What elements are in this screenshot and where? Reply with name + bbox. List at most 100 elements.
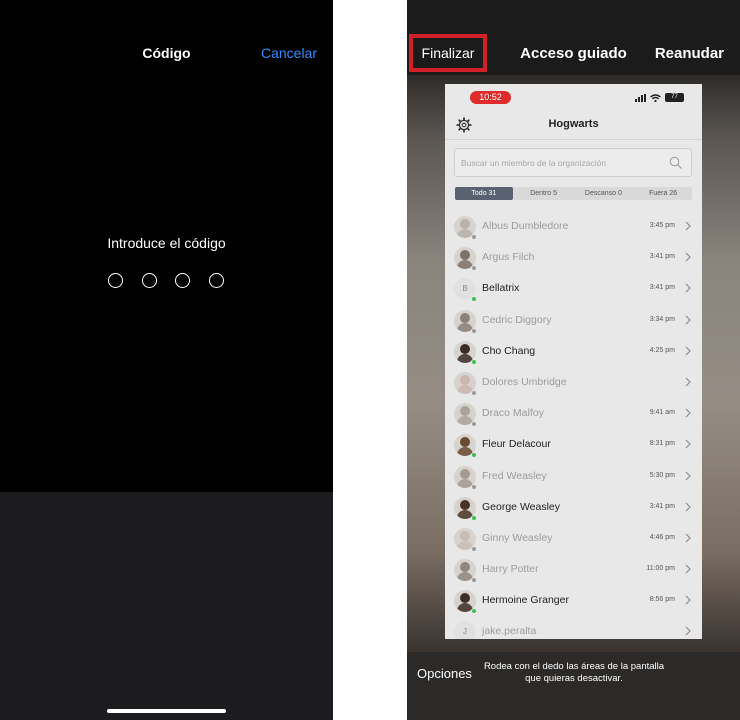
presence-indicator [471, 452, 477, 459]
member-row[interactable]: Jjake.peralta [445, 616, 702, 639]
segment-tab[interactable]: Fuera 26 [634, 187, 692, 200]
chevron-right-icon [685, 439, 691, 449]
member-time: 3:41 pm [649, 284, 675, 292]
presence-indicator [471, 296, 477, 303]
chevron-right-icon [685, 471, 691, 480]
member-row[interactable]: Harry Potter 11:00 pm [445, 554, 702, 585]
member-time: 5:30 pm [649, 471, 675, 479]
member-name: Cedric Diggory [482, 313, 552, 326]
search-input[interactable] [461, 149, 661, 176]
member-list: Albus Dumbledore 3:45 pm Argus Filch 3:41 p… [445, 211, 702, 639]
member-time: 11:00 pm [646, 565, 675, 573]
divider [445, 139, 702, 140]
member-row[interactable]: Argus Filch 3:41 pm [445, 242, 702, 273]
chevron-right-icon [685, 595, 691, 605]
member-row[interactable]: George Weasley 3:41 pm [445, 492, 702, 523]
presence-indicator [471, 327, 477, 334]
member-time: 4:25 pm [649, 346, 675, 354]
signal-icon [635, 93, 646, 102]
wifi-icon [650, 93, 661, 102]
member-row[interactable]: Fred Weasley 5:30 pm [445, 461, 702, 492]
chevron-right-icon [685, 346, 691, 356]
passcode-dot [175, 273, 190, 288]
segment-tab[interactable]: Dentro 5 [515, 187, 573, 200]
member-row[interactable]: Draco Malfoy 9:41 am [445, 398, 702, 429]
presence-indicator [471, 265, 477, 272]
member-row[interactable]: Cedric Diggory 3:34 pm [445, 305, 702, 336]
chevron-right-icon [685, 221, 691, 231]
status-time: 10:52 [470, 91, 511, 104]
chevron-right-icon [685, 408, 691, 418]
chevron-right-icon [685, 627, 691, 636]
member-time: 4:46 pm [649, 533, 675, 541]
member-time: 3:41 pm [649, 253, 675, 261]
member-row[interactable]: Albus Dumbledore 3:45 pm [445, 211, 702, 242]
member-time: 8:56 pm [649, 596, 675, 604]
instruction-text: Rodea con el dedo las áreas de la pantal… [483, 661, 665, 684]
member-row[interactable]: B Bellatrix 3:41 pm [445, 273, 702, 304]
member-name: Hermoine Granger [482, 594, 569, 607]
presence-indicator [471, 421, 477, 428]
passcode-dots [108, 273, 224, 288]
presence-indicator [471, 389, 477, 396]
chevron-right-icon [685, 377, 691, 387]
chevron-right-icon [685, 533, 691, 543]
presence-indicator [471, 545, 477, 552]
member-time: 3:34 pm [649, 315, 675, 323]
member-name: Fred Weasley [482, 469, 547, 482]
presence-indicator [471, 358, 477, 365]
segment-tab[interactable]: Descanso 0 [575, 187, 633, 200]
member-name: Argus Filch [482, 251, 535, 264]
chevron-right-icon [685, 564, 691, 574]
member-name: Albus Dumbledore [482, 220, 569, 232]
status-icons: 77 [635, 93, 684, 102]
member-row[interactable]: Hermoine Granger 8:56 pm [445, 585, 702, 616]
passcode-dot [141, 273, 157, 288]
battery-icon: 77 [665, 93, 684, 102]
member-row[interactable]: Ginny Weasley 4:46 pm [445, 523, 702, 554]
passcode-prompt: Introduce el código [107, 235, 226, 251]
member-name: Harry Potter [482, 563, 539, 576]
guided-access-screen: Finalizar Acceso guiado Reanudar 10:52 7… [407, 0, 740, 720]
member-row[interactable]: Cho Chang 4:25 pm [445, 336, 702, 367]
member-name: George Weasley [482, 500, 561, 513]
chevron-right-icon [685, 502, 691, 512]
presence-indicator [471, 577, 477, 584]
search-icon[interactable] [669, 156, 682, 169]
passcode-dot [108, 273, 123, 288]
search-box[interactable] [454, 148, 692, 177]
status-bar: 10:52 77 [445, 84, 702, 110]
segment-tab[interactable]: Todo 31 [455, 187, 513, 200]
member-time: 9:41 am [649, 409, 675, 417]
filter-segments: Todo 31 Dentro 5 Descanso 0 Fuera 26 [455, 187, 692, 200]
presence-indicator [471, 234, 477, 240]
member-name: Fleur Delacour [482, 438, 551, 451]
presence-indicator [471, 483, 477, 490]
resume-button[interactable]: Reanudar [655, 45, 724, 62]
member-name: Ginny Weasley [482, 531, 553, 544]
passcode-dot [208, 273, 224, 288]
avatar-initial: J [463, 627, 467, 637]
app-preview[interactable]: 10:52 77 Hogwarts Buscar un miembro de l… [445, 84, 702, 639]
member-name: Cho Chang [482, 344, 536, 357]
presence-indicator [471, 608, 477, 615]
member-time: 8:31 pm [649, 440, 675, 448]
member-time: 3:41 pm [649, 502, 675, 510]
options-button[interactable]: Opciones [417, 666, 472, 681]
cancel-button[interactable]: Cancelar [261, 45, 317, 61]
member-name: Draco Malfoy [482, 407, 544, 420]
app-bar: Hogwarts [445, 112, 702, 138]
avatar: J [454, 621, 476, 639]
member-time: 3:45 pm [649, 222, 675, 229]
member-row[interactable]: Dolores Umbridge [445, 367, 702, 398]
member-name: Dolores Umbridge [482, 375, 567, 388]
home-indicator[interactable] [107, 709, 226, 713]
chevron-right-icon [685, 315, 691, 324]
member-name: jake.peralta [482, 625, 537, 638]
keyboard-area [0, 492, 333, 720]
chevron-right-icon [685, 252, 691, 262]
app-title: Hogwarts [548, 118, 599, 130]
chevron-right-icon [685, 283, 691, 293]
guided-access-options-bar: Opciones Rodea con el dedo las áreas de … [407, 652, 740, 720]
member-row[interactable]: Fleur Delacour 8:31 pm [445, 429, 702, 460]
